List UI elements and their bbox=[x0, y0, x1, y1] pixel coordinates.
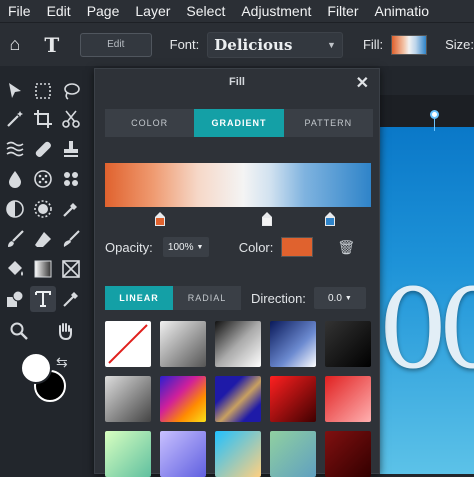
gradient-tool-icon[interactable] bbox=[30, 256, 56, 282]
home-icon[interactable]: ⌂ bbox=[0, 34, 30, 55]
placeholder-tool-icon[interactable] bbox=[58, 256, 84, 282]
paint-bucket-icon[interactable] bbox=[2, 256, 28, 282]
preset-gradient[interactable] bbox=[325, 376, 371, 422]
tab-gradient[interactable]: GRADIENT bbox=[194, 109, 284, 137]
tools-panel: ⇆ bbox=[0, 66, 90, 474]
preset-gradient[interactable] bbox=[270, 321, 316, 367]
preset-gradient[interactable] bbox=[270, 431, 316, 477]
opacity-value: 100% bbox=[167, 241, 194, 253]
preset-gradient[interactable] bbox=[215, 321, 261, 367]
menu-filter[interactable]: Filter bbox=[319, 3, 366, 19]
direction-select[interactable]: 0.0 ▼ bbox=[313, 287, 366, 309]
preset-gradient[interactable] bbox=[215, 431, 261, 477]
brush-tool-icon[interactable] bbox=[2, 226, 28, 252]
chevron-down-icon: ▼ bbox=[196, 243, 204, 251]
direction-value: 0.0 bbox=[328, 292, 342, 304]
zoom-icon[interactable] bbox=[6, 318, 32, 344]
menu-bar: File Edit Page Layer Select Adjustment F… bbox=[0, 0, 474, 22]
gradient-preview-bar[interactable] bbox=[105, 163, 371, 207]
fill-panel-title: Fill bbox=[229, 76, 245, 88]
liquify-tool-icon[interactable] bbox=[2, 136, 28, 162]
menu-adjustment[interactable]: Adjustment bbox=[233, 3, 319, 19]
trash-icon[interactable]: 🗑 bbox=[337, 239, 355, 256]
menu-animation[interactable]: Animatio bbox=[367, 3, 437, 19]
stop-color-swatch[interactable] bbox=[281, 237, 314, 257]
font-select[interactable]: Delicious ▼ bbox=[207, 31, 343, 58]
font-label: Font: bbox=[169, 37, 200, 52]
direction-label: Direction: bbox=[251, 290, 306, 306]
gradient-stop-orange[interactable] bbox=[155, 212, 165, 226]
hand-icon[interactable] bbox=[52, 318, 78, 344]
smudge-tool-icon[interactable] bbox=[58, 226, 84, 252]
menu-layer[interactable]: Layer bbox=[127, 3, 178, 19]
preset-gradient[interactable] bbox=[215, 376, 261, 422]
preset-gradient[interactable] bbox=[160, 376, 206, 422]
rotate-handle[interactable] bbox=[430, 110, 439, 119]
blur-tool-icon[interactable] bbox=[2, 166, 28, 192]
preset-none[interactable] bbox=[105, 321, 151, 367]
marquee-tool-icon[interactable] bbox=[30, 78, 56, 104]
crop-tool-icon[interactable] bbox=[30, 106, 56, 132]
gradient-stop-white[interactable] bbox=[262, 212, 272, 226]
tab-color[interactable]: COLOR bbox=[105, 109, 194, 137]
rotate-handle-line bbox=[434, 119, 435, 131]
scissors-icon[interactable] bbox=[58, 106, 84, 132]
fill-panel: Fill ✕ COLOR GRADIENT PATTERN Opacity: 1… bbox=[94, 68, 380, 477]
chevron-down-icon: ▼ bbox=[344, 294, 352, 302]
tab-pattern[interactable]: PATTERN bbox=[284, 109, 373, 137]
pen-tool-icon[interactable] bbox=[58, 286, 84, 312]
fill-swatch[interactable] bbox=[391, 34, 428, 55]
chevron-down-icon: ▼ bbox=[327, 39, 336, 50]
shape-tool-icon[interactable] bbox=[2, 286, 28, 312]
preset-gradient[interactable] bbox=[160, 321, 206, 367]
text-tool-icon[interactable] bbox=[30, 286, 56, 312]
eyedropper-icon[interactable] bbox=[58, 196, 84, 222]
swap-colors-icon[interactable]: ⇆ bbox=[56, 354, 68, 371]
move-tool-icon[interactable] bbox=[2, 78, 28, 104]
menu-select[interactable]: Select bbox=[178, 3, 233, 19]
opacity-label: Opacity: bbox=[105, 239, 153, 255]
fill-panel-header: Fill ✕ bbox=[95, 69, 379, 95]
size-label: Size: bbox=[445, 37, 474, 52]
radial-mode-button[interactable]: RADIAL bbox=[173, 286, 241, 310]
foreground-color-swatch[interactable] bbox=[20, 352, 52, 384]
gradient-stop-blue[interactable] bbox=[325, 212, 335, 226]
sponge-tool-icon[interactable] bbox=[30, 166, 56, 192]
font-value: Delicious bbox=[214, 35, 293, 54]
edit-button[interactable]: Edit bbox=[79, 32, 152, 57]
preset-gradient[interactable] bbox=[160, 431, 206, 477]
drops-tool-icon[interactable] bbox=[58, 166, 84, 192]
opacity-select[interactable]: 100% ▼ bbox=[162, 237, 209, 257]
mode-direction-row: LINEAR RADIAL Direction: 0.0 ▼ bbox=[105, 286, 371, 310]
linear-mode-button[interactable]: LINEAR bbox=[105, 286, 173, 310]
stamp-tool-icon[interactable] bbox=[58, 136, 84, 162]
preset-gradient[interactable] bbox=[270, 376, 316, 422]
preset-gradient[interactable] bbox=[325, 321, 371, 367]
eraser-tool-icon[interactable] bbox=[30, 226, 56, 252]
color-label: Color: bbox=[238, 239, 274, 255]
preset-gradient[interactable] bbox=[105, 376, 151, 422]
canvas-area[interactable]: 00 bbox=[378, 95, 474, 474]
menu-edit[interactable]: Edit bbox=[39, 3, 79, 19]
canvas-text[interactable]: 00 bbox=[378, 265, 474, 393]
preset-gradient[interactable] bbox=[325, 431, 371, 477]
dodge-tool-icon[interactable] bbox=[2, 196, 28, 222]
menu-page[interactable]: Page bbox=[79, 3, 128, 19]
opacity-color-row: Opacity: 100% ▼ Color: 🗑 bbox=[105, 235, 371, 259]
menu-file[interactable]: File bbox=[0, 3, 39, 19]
options-bar: ⌂ T Edit Font: Delicious ▼ Fill: Size: bbox=[0, 22, 474, 66]
magic-wand-icon[interactable] bbox=[2, 106, 28, 132]
close-icon[interactable]: ✕ bbox=[356, 73, 369, 93]
text-tool-icon: T bbox=[44, 32, 60, 57]
bandage-tool-icon[interactable] bbox=[30, 136, 56, 162]
preset-gradient[interactable] bbox=[105, 431, 151, 477]
burn-tool-icon[interactable] bbox=[30, 196, 56, 222]
fill-type-tabs: COLOR GRADIENT PATTERN bbox=[105, 109, 373, 137]
fill-label: Fill: bbox=[362, 37, 384, 52]
lasso-tool-icon[interactable] bbox=[58, 78, 84, 104]
